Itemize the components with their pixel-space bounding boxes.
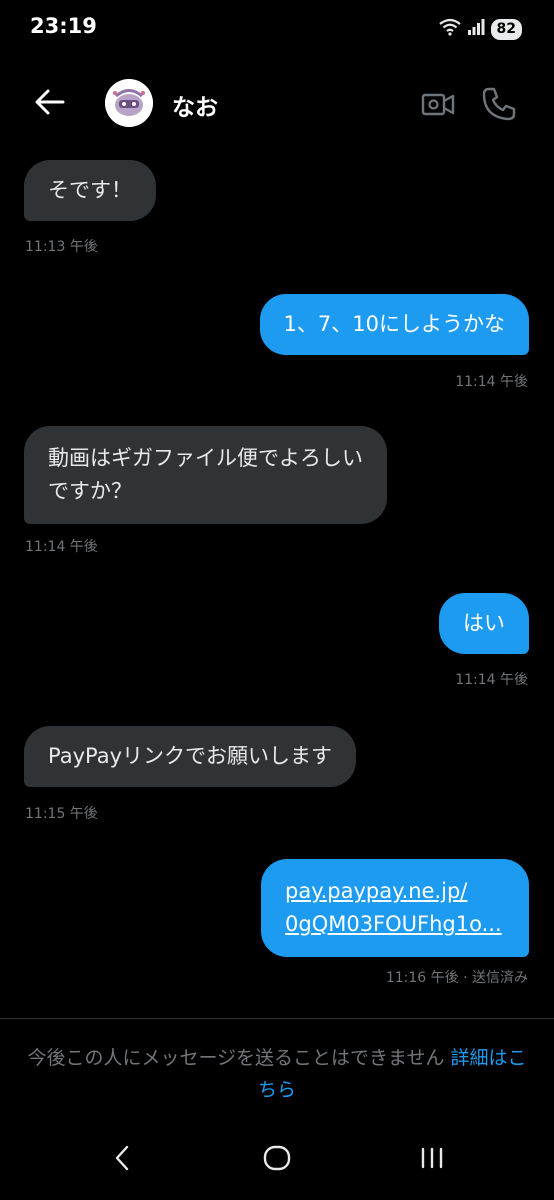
conversation-header: なお <box>0 72 554 136</box>
message-bubble-incoming[interactable]: 動画はギガファイル便でよろしい ですか？ <box>24 426 387 524</box>
paypay-link-line[interactable]: 0gQM03FOUFhg1o... <box>285 908 505 941</box>
nav-back-icon <box>112 1144 132 1176</box>
message-text-line: ですか？ <box>48 479 132 503</box>
phone-icon <box>480 87 518 127</box>
contact-name[interactable]: なお <box>172 88 218 122</box>
message-timestamp: 11:15 午後 <box>25 806 98 822</box>
message-timestamp: 11:14 午後 <box>455 374 528 390</box>
message-timestamp-sent: 11:16 午後 · 送信済み <box>385 970 528 986</box>
message-bubble-outgoing[interactable]: 1、7、10にしようかな <box>259 294 529 355</box>
back-arrow-icon <box>35 89 65 119</box>
back-button[interactable] <box>28 84 72 124</box>
status-bar: 23:19 82 <box>0 0 554 60</box>
nav-back-button[interactable] <box>102 1142 142 1178</box>
nav-recents-button[interactable] <box>412 1142 452 1178</box>
avatar[interactable] <box>105 79 153 127</box>
voice-call-button[interactable] <box>480 85 518 123</box>
message-bubble-outgoing[interactable]: はい <box>439 593 529 654</box>
status-time: 23:19 <box>30 14 97 38</box>
wifi-icon <box>438 18 461 40</box>
video-call-button[interactable] <box>420 86 456 122</box>
message-text-line: 動画はギガファイル便でよろしい <box>48 446 363 470</box>
message-bubble-incoming[interactable]: そです！ <box>24 160 156 221</box>
video-call-icon <box>420 93 456 126</box>
signal-icon <box>467 18 485 40</box>
message-bubble-incoming[interactable]: PayPayリンクでお願いします <box>24 726 357 787</box>
nav-home-button[interactable] <box>257 1142 297 1178</box>
status-icons: 82 <box>438 18 522 40</box>
divider <box>0 1018 554 1019</box>
message-timestamp: 11:13 午後 <box>25 239 98 255</box>
notice-text: 今後この人にメッセージを送ることはできません <box>27 1047 445 1069</box>
message-timestamp: 11:14 午後 <box>25 539 98 555</box>
message-bubble-outgoing-link[interactable]: pay.paypay.ne.jp/ 0gQM03FOUFhg1o... <box>261 859 529 957</box>
battery-indicator: 82 <box>490 18 522 40</box>
dm-restriction-notice: 今後この人にメッセージを送ることはできません 詳細はこちら <box>20 1042 534 1106</box>
nav-recents-icon <box>419 1145 445 1175</box>
message-timestamp: 11:14 午後 <box>455 672 528 688</box>
paypay-link-line[interactable]: pay.paypay.ne.jp/ <box>285 875 505 908</box>
system-navigation-bar <box>0 1130 554 1190</box>
nav-home-icon <box>262 1145 292 1175</box>
